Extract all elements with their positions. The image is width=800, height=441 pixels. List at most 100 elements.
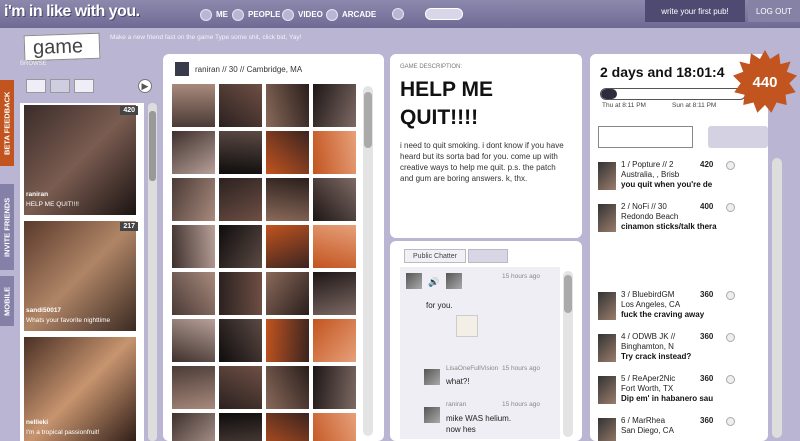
photo-thumbnail[interactable] — [313, 84, 356, 127]
browse-label: BROWSE — [20, 61, 47, 67]
scroll-thumb[interactable] — [364, 92, 372, 148]
card-name: nellieki — [26, 419, 49, 426]
invite-friends-tab[interactable]: INVITE FRIENDS — [0, 184, 14, 270]
avatar[interactable] — [598, 162, 616, 190]
vote-icon[interactable] — [726, 203, 735, 212]
message-time: 15 hours ago — [502, 401, 540, 408]
photo-thumbnail[interactable] — [313, 225, 356, 268]
nav-video[interactable]: VIDEO — [282, 7, 323, 22]
pub-icon[interactable] — [392, 8, 404, 20]
game-title: HELP ME QUIT!!!! — [400, 78, 493, 129]
avatar[interactable] — [598, 204, 616, 232]
card-photo — [24, 221, 136, 331]
ranking-entry[interactable]: 5 / ReAper2Nic Fort Worth, TX Dip em' in… — [598, 374, 758, 414]
vote-icon[interactable] — [726, 375, 735, 384]
avatar[interactable] — [424, 369, 440, 385]
photo-thumbnail[interactable] — [219, 178, 262, 221]
tab-public-chatter[interactable]: Public Chatter — [404, 249, 466, 263]
entry-user: 4 / ODWB JK // — [621, 332, 676, 341]
nav-me-label: ME — [216, 10, 228, 19]
ranking-entry[interactable]: 6 / MarRhea San Diego, CA 360 — [598, 416, 758, 441]
entry-score: 420 — [700, 160, 714, 169]
logout-button[interactable]: LOG OUT — [748, 0, 800, 22]
photo-thumbnail[interactable] — [266, 413, 309, 441]
entry-user: 5 / ReAper2Nic — [621, 374, 676, 383]
photo-thumbnail[interactable] — [266, 178, 309, 221]
photo-thumbnail[interactable] — [313, 366, 356, 409]
photo-thumbnail[interactable] — [313, 272, 356, 315]
entry-location: San Diego, CA — [621, 426, 674, 435]
bid-button[interactable] — [708, 126, 768, 148]
site-logo[interactable]: i'm in like with you. — [4, 3, 140, 21]
browse-card[interactable]: 217 sandi50017 Whats your favorite night… — [20, 219, 144, 331]
photo-thumbnail[interactable] — [219, 319, 262, 362]
scroll-thumb[interactable] — [149, 111, 156, 181]
photo-thumbnail[interactable] — [266, 366, 309, 409]
grid-scrollbar[interactable] — [363, 86, 373, 436]
avatar[interactable] — [175, 62, 189, 76]
browse-card[interactable]: 420 raniran HELP ME QUIT!!!! — [20, 103, 144, 215]
browse-scrollbar[interactable] — [148, 103, 157, 441]
mobile-tab[interactable]: MOBILE — [0, 276, 14, 326]
chat-scrollbar[interactable] — [563, 271, 573, 437]
grid-view-button[interactable] — [50, 79, 70, 93]
ranking-entry[interactable]: 2 / NoFi // 30 Redondo Beach cinamon sti… — [598, 202, 758, 242]
next-arrow-icon[interactable]: ▶ — [138, 79, 152, 93]
search-button[interactable] — [425, 8, 463, 20]
avatar[interactable] — [598, 334, 616, 362]
ranking-entry[interactable]: 4 / ODWB JK // Binghamton, N Try crack i… — [598, 332, 758, 372]
photo-thumbnail[interactable] — [172, 319, 215, 362]
vote-icon[interactable] — [726, 333, 735, 342]
browse-card[interactable]: nellieki I'm a tropical passionfruit! — [20, 335, 144, 441]
speaker-icon: 🔊 — [428, 277, 440, 287]
photo-thumbnail[interactable] — [313, 131, 356, 174]
avatar[interactable] — [446, 273, 462, 289]
photo-thumbnail[interactable] — [266, 225, 309, 268]
tab-secondary[interactable] — [468, 249, 508, 263]
photo-thumbnail[interactable] — [172, 413, 215, 441]
browse-list: 420 raniran HELP ME QUIT!!!! 217 sandi50… — [20, 103, 144, 441]
photo-thumbnail[interactable] — [172, 272, 215, 315]
beta-feedback-tab[interactable]: BETA FEEDBACK — [0, 80, 14, 166]
avatar[interactable] — [598, 376, 616, 404]
vote-icon[interactable] — [726, 291, 735, 300]
scroll-thumb[interactable] — [564, 275, 572, 313]
ranking-entry[interactable]: 3 / BluebirdGM Los Angeles, CA fuck the … — [598, 290, 758, 330]
photo-thumbnail[interactable] — [219, 225, 262, 268]
photo-thumbnail[interactable] — [172, 178, 215, 221]
photo-thumbnail[interactable] — [172, 225, 215, 268]
ranking-entry[interactable]: 1 / Popture // 2 Australia, , Brisb you … — [598, 160, 758, 200]
card-name: sandi50017 — [26, 307, 62, 314]
photo-thumbnail[interactable] — [172, 131, 215, 174]
list-view-button[interactable] — [26, 79, 46, 93]
photo-thumbnail[interactable] — [266, 319, 309, 362]
avatar[interactable] — [598, 292, 616, 320]
photo-thumbnail[interactable] — [266, 131, 309, 174]
photo-thumbnail[interactable] — [313, 178, 356, 221]
nav-people[interactable]: PEOPLE — [232, 7, 280, 22]
tile-view-button[interactable] — [74, 79, 94, 93]
photo-thumbnail[interactable] — [313, 319, 356, 362]
photo-thumbnail[interactable] — [219, 366, 262, 409]
vote-icon[interactable] — [726, 161, 735, 170]
entry-location: Fort Worth, TX — [621, 384, 674, 393]
photo-thumbnail[interactable] — [172, 84, 215, 127]
entry-score: 360 — [700, 290, 714, 299]
nav-me[interactable]: ME — [200, 7, 228, 22]
photo-thumbnail[interactable] — [219, 413, 262, 441]
nav-arcade[interactable]: ARCADE — [326, 7, 376, 22]
ranking-scrollbar[interactable] — [772, 158, 782, 438]
avatar[interactable] — [424, 407, 440, 423]
answer-input[interactable] — [598, 126, 693, 148]
photo-thumbnail[interactable] — [172, 366, 215, 409]
vote-icon[interactable] — [726, 417, 735, 426]
photo-thumbnail[interactable] — [219, 272, 262, 315]
photo-thumbnail[interactable] — [219, 131, 262, 174]
photo-thumbnail[interactable] — [266, 84, 309, 127]
photo-thumbnail[interactable] — [266, 272, 309, 315]
photo-thumbnail[interactable] — [313, 413, 356, 441]
write-pub-button[interactable]: write your first pub! — [645, 0, 745, 22]
photo-thumbnail[interactable] — [219, 84, 262, 127]
avatar[interactable] — [406, 273, 422, 289]
avatar[interactable] — [598, 418, 616, 441]
